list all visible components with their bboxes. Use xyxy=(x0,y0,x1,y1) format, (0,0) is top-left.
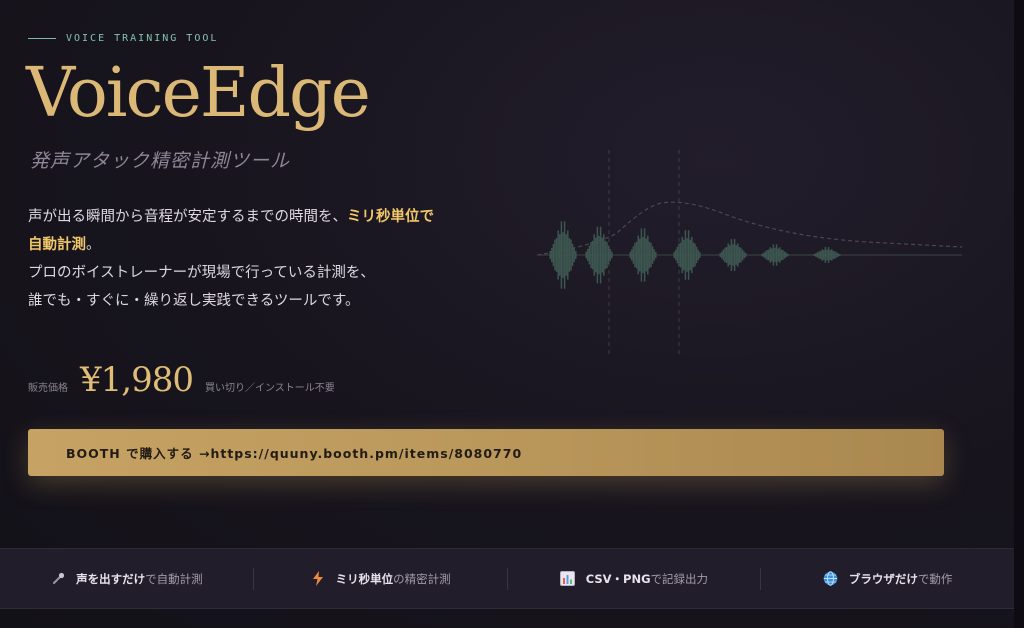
feature-text: CSV・PNGで記録出力 xyxy=(586,571,708,587)
description-highlight: 自動計測 xyxy=(28,237,86,253)
eyebrow-text: VOICE TRAINING TOOL xyxy=(66,33,219,44)
feature-item-auto-measure: 声を出すだけで自動計測 xyxy=(0,571,253,587)
description-line-3: プロのボイストレーナーが現場で行っている計測を、 xyxy=(28,265,375,281)
page-title: VoiceEdge xyxy=(26,54,371,133)
globe-icon xyxy=(823,571,839,587)
description-line-2: 自動計測。 xyxy=(28,231,498,259)
page-subtitle: 発声アタック精密計測ツール xyxy=(30,150,291,172)
bar-chart-icon xyxy=(560,571,576,587)
feature-item-browser: ブラウザだけで動作 xyxy=(761,571,1014,587)
feature-rest: の精密計測 xyxy=(393,571,451,586)
feature-bar: 声を出すだけで自動計測 ミリ秒単位の精密計測 CSV・PNGで記録出力 ブラウザ… xyxy=(0,548,1014,609)
feature-rest: で記録出力 xyxy=(650,571,709,586)
lightning-icon xyxy=(310,571,326,587)
feature-strong: ミリ秒単位 xyxy=(335,571,394,586)
feature-rest: で自動計測 xyxy=(145,571,203,586)
booth-buy-button[interactable]: BOOTH で購入する →https://quuny.booth.pm/item… xyxy=(28,429,944,476)
description-highlight: ミリ秒単位で xyxy=(347,209,434,225)
price-value: ¥1,980 xyxy=(80,360,194,400)
eyebrow-line xyxy=(28,38,56,39)
feature-rest: で動作 xyxy=(917,571,953,586)
description-text: 。 xyxy=(86,237,101,253)
feature-strong: 声を出すだけ xyxy=(76,571,146,586)
microphone-icon xyxy=(50,571,66,587)
description: 声が出る瞬間から音程が安定するまでの時間を、ミリ秒単位で 自動計測。 プロのボイ… xyxy=(28,203,498,315)
price-label: 販売価格 xyxy=(28,383,68,394)
feature-item-export: CSV・PNGで記録出力 xyxy=(508,571,761,587)
feature-strong: ブラウザだけ xyxy=(848,571,918,586)
feature-text: ブラウザだけで動作 xyxy=(849,571,953,587)
feature-text: ミリ秒単位の精密計測 xyxy=(336,571,451,587)
price-note: 買い切り／インストール不要 xyxy=(204,383,335,394)
right-edge-bar xyxy=(1014,0,1024,628)
description-text: 声が出る瞬間から音程が安定するまでの時間を、 xyxy=(28,209,347,225)
description-line-1: 声が出る瞬間から音程が安定するまでの時間を、ミリ秒単位で xyxy=(28,203,498,231)
eyebrow: VOICE TRAINING TOOL xyxy=(28,33,218,44)
price-block: 販売価格 ¥1,980 買い切り／インストール不要 xyxy=(28,360,335,400)
description-line-4: 誰でも・すぐに・繰り返し実践できるツールです。 xyxy=(28,293,360,309)
feature-item-precision: ミリ秒単位の精密計測 xyxy=(254,571,507,587)
feature-text: 声を出すだけで自動計測 xyxy=(76,571,203,587)
waveform-illustration xyxy=(537,150,963,357)
feature-strong: CSV・PNG xyxy=(585,571,651,586)
